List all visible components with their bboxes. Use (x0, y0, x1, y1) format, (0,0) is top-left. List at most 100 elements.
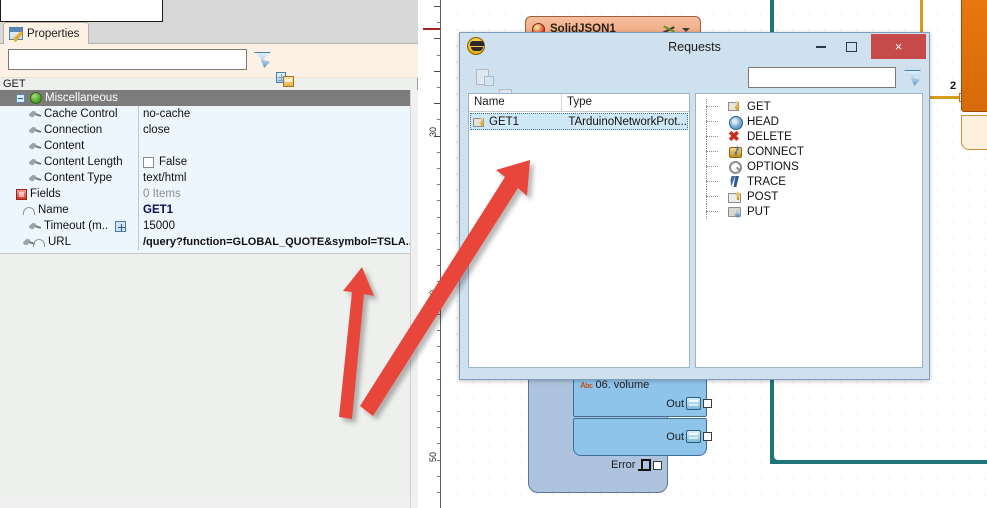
collection-icon (16, 188, 27, 200)
property-value[interactable] (138, 138, 410, 154)
maximize-button[interactable] (836, 35, 867, 58)
ruler-tick (437, 379, 440, 380)
property-row[interactable]: Content (0, 138, 410, 154)
properties-vertical-scrollbar[interactable] (410, 90, 418, 508)
table-row[interactable]: GET1 TArduinoNetworkProt... (470, 113, 688, 130)
ruler-red-marker (423, 28, 440, 30)
screenshot-root: Properties GET Miscellaneous Cache Contr… (0, 0, 987, 508)
property-row[interactable]: Connection close (0, 122, 410, 138)
close-button[interactable]: × (871, 34, 926, 59)
node-orange-lower[interactable] (961, 115, 987, 150)
method-item-get[interactable]: GET (696, 99, 922, 114)
method-label: CONNECT (747, 145, 804, 158)
property-plug-icon (28, 172, 41, 184)
get-request-icon (473, 116, 486, 128)
port-square[interactable] (703, 399, 712, 408)
port-error[interactable]: Error (611, 459, 987, 471)
ruler-tick (437, 411, 440, 412)
property-row[interactable]: Content Length False (0, 154, 410, 170)
property-root-label: GET (3, 78, 26, 90)
method-label: HEAD (747, 115, 779, 128)
ruler-tick (437, 55, 440, 56)
category-globe-icon (30, 92, 42, 104)
dialog-title-bar[interactable]: Requests × (460, 33, 929, 60)
property-category-header[interactable]: Miscellaneous (0, 90, 410, 106)
method-item-head[interactable]: HEAD (696, 114, 922, 130)
property-value[interactable]: no-cache (138, 106, 410, 122)
ruler-tick (434, 38, 440, 39)
filter-funnel-icon[interactable] (252, 49, 272, 69)
property-row[interactable]: Content Type text/html (0, 170, 410, 186)
port-square[interactable] (653, 460, 663, 470)
tab-strip: Properties (0, 22, 418, 44)
port-square[interactable] (703, 432, 712, 441)
property-value[interactable]: close (138, 122, 410, 138)
property-value[interactable]: GET1 (138, 202, 410, 218)
ruler-tick (437, 362, 440, 363)
property-name: Name (38, 204, 69, 216)
method-item-options[interactable]: OPTIONS (696, 159, 922, 174)
vertical-ruler: 30 40 50 (419, 0, 445, 508)
property-plug-icon (28, 220, 41, 232)
column-header-name[interactable]: Name (469, 94, 562, 111)
method-item-connect[interactable]: CONNECT (696, 144, 922, 159)
properties-empty-area (0, 253, 410, 508)
ruler-label: 40 (428, 290, 438, 301)
properties-panel: Properties GET Miscellaneous Cache Contr… (0, 0, 418, 508)
property-row[interactable]: Fields 0 Items (0, 186, 410, 202)
dialog-search-input[interactable] (748, 67, 896, 88)
property-value[interactable]: 0 Items (138, 186, 410, 202)
property-row[interactable]: Cache Control no-cache (0, 106, 410, 122)
add-request-icon[interactable] (474, 67, 494, 87)
property-row[interactable]: URL /query?function=GLOBAL_QUOTE&symbol=… (0, 234, 410, 250)
property-name: Timeout (m.. (44, 220, 109, 232)
top-grey-strip (163, 0, 418, 22)
minimize-button[interactable] (805, 35, 836, 58)
property-value[interactable]: 15000 (138, 218, 410, 234)
requests-window-icon (467, 37, 485, 55)
requests-list[interactable]: Name Type GET1 TArduinoNetworkProt... (468, 93, 690, 368)
top-white-box (0, 0, 163, 22)
property-arc-icon (22, 204, 35, 216)
method-item-post[interactable]: POST (696, 189, 922, 204)
expand-timeout-icon[interactable] (115, 220, 127, 232)
port-out-1[interactable]: Out (666, 397, 712, 410)
method-item-delete[interactable]: DELETE (696, 128, 922, 145)
tab-properties[interactable]: Properties (3, 22, 89, 44)
properties-search-input[interactable] (8, 49, 247, 70)
ruler-label: 50 (428, 452, 438, 463)
node-volume-out2[interactable]: Out (573, 418, 712, 456)
property-value-checkbox-cell[interactable]: False (138, 154, 410, 170)
node-orange-right[interactable] (961, 0, 987, 112)
collapse-expander-icon[interactable] (16, 93, 25, 103)
method-delete-icon (728, 128, 742, 145)
property-name: Fields (30, 188, 61, 200)
dialog-body: Name Type GET1 TArduinoNetworkProt... GE… (467, 61, 924, 374)
port-out-2[interactable]: Out (666, 430, 712, 443)
method-connect-icon (728, 145, 742, 158)
http-methods-list[interactable]: GET HEAD DELETE CONNECT OPTIONS (695, 93, 923, 368)
filter-funnel-icon[interactable] (902, 67, 922, 87)
ruler-tick (434, 6, 440, 7)
request-type: TArduinoNetworkProt... (568, 115, 687, 128)
method-label: GET (747, 100, 771, 113)
method-item-put[interactable]: PUT (696, 204, 922, 219)
column-header-type[interactable]: Type (562, 94, 592, 111)
node-volume-out1[interactable]: Abc 06. volume Out (573, 375, 712, 417)
group-by-category-icon[interactable] (275, 69, 295, 89)
ruler-tick (437, 443, 440, 444)
method-item-trace[interactable]: TRACE (696, 174, 922, 189)
ruler-tick (437, 265, 440, 266)
property-row[interactable]: Timeout (m.. 15000 (0, 218, 410, 234)
properties-horizontal-scrollbar[interactable] (0, 500, 410, 508)
ruler-tick (437, 492, 440, 493)
property-value[interactable]: text/html (138, 170, 410, 186)
node-title: 06. volume (595, 379, 650, 391)
content-length-checkbox[interactable] (143, 156, 154, 168)
properties-toolbar (0, 44, 418, 130)
property-value[interactable]: /query?function=GLOBAL_QUOTE&symbol=TSLA… (138, 234, 410, 250)
method-get-icon (728, 100, 742, 113)
property-row[interactable]: Name GET1 (0, 202, 410, 218)
port-label: Out (666, 397, 684, 410)
requests-dialog[interactable]: Requests × ✖ Name Type GET1 TArduinoNetw… (459, 32, 930, 380)
